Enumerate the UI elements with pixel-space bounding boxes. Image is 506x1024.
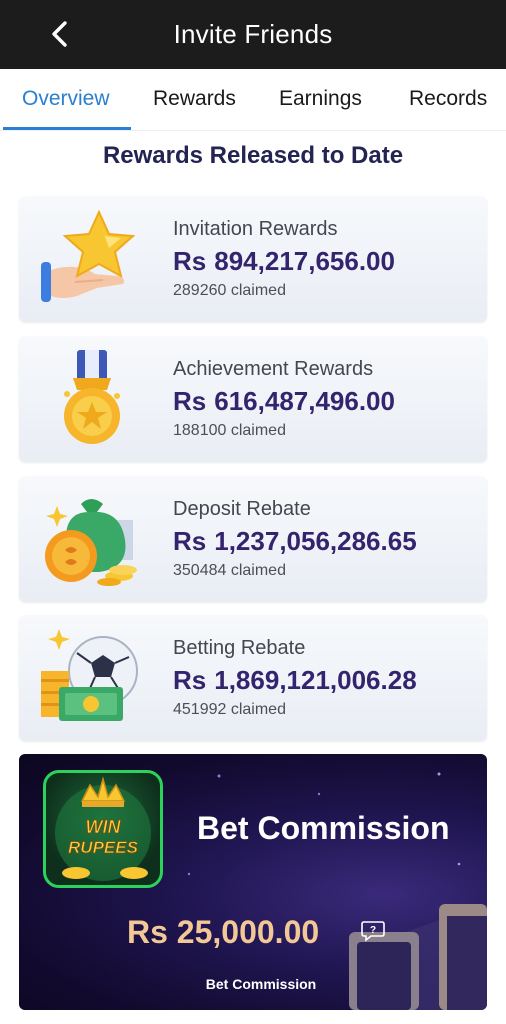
card-label: Achievement Rewards (173, 358, 374, 380)
money-bag-icon (45, 499, 137, 586)
tab-bar: Overview Rewards Earnings Records (0, 69, 506, 131)
card-claimed-count: 350484 claimed (173, 562, 286, 579)
svg-text:?: ? (370, 925, 376, 936)
section-title: Rewards Released to Date (102, 142, 404, 169)
invitation-rewards-card: Invitation Rewards Rs 894,217,656.00 2892… (19, 196, 487, 322)
crown-icon: WIN RUPEES (55, 776, 151, 881)
page-title: Invite Friends (173, 19, 333, 49)
question-bubble-icon: ? (361, 921, 385, 942)
tab-rewards[interactable]: Rewards (153, 87, 236, 111)
chevron-left-icon (52, 21, 67, 47)
help-button[interactable]: ? (361, 920, 385, 942)
divider (0, 130, 506, 131)
card-claimed-count: 289260 claimed (173, 282, 286, 299)
svg-text:RUPEES: RUPEES (68, 838, 139, 857)
card-label: Deposit Rebate (173, 498, 311, 520)
achievement-rewards-card: Achievement Rewards Rs 616,487,496.00 188… (19, 336, 487, 462)
betting-rebate-card: Betting Rebate Rs 1,869,121,006.28 451992… (19, 615, 487, 741)
medal-icon (64, 350, 120, 444)
card-claimed-count: 188100 claimed (173, 422, 286, 439)
tab-earnings[interactable]: Earnings (279, 87, 362, 111)
svg-text:WIN: WIN (86, 817, 122, 837)
tab-overview[interactable]: Overview (22, 87, 110, 111)
card-amount: Rs 1,869,121,006.28 (173, 665, 417, 695)
card-amount: Rs 1,237,056,286.65 (173, 526, 417, 556)
banner-subtitle: Bet Commission (205, 976, 317, 992)
card-claimed-count: 451992 claimed (173, 701, 286, 718)
star-hand-icon (41, 209, 136, 302)
win-rupees-logo: WIN RUPEES (43, 770, 163, 888)
card-label: Invitation Rewards (173, 218, 338, 240)
bet-commission-banner[interactable]: WIN RUPEES Bet Commission Rs 25,000.00 ?… (19, 754, 487, 1010)
football-cash-icon (41, 629, 138, 721)
deposit-rebate-card: Deposit Rebate Rs 1,237,056,286.65 350484… (19, 476, 487, 602)
banner-title: Bet Commission (197, 810, 450, 846)
card-amount: Rs 894,217,656.00 (173, 246, 395, 276)
card-amount: Rs 616,487,496.00 (173, 386, 395, 416)
top-bar: Invite Friends (0, 0, 506, 69)
banner-amount: Rs 25,000.00 (127, 914, 320, 950)
card-label: Betting Rebate (173, 637, 306, 659)
back-button[interactable] (40, 14, 80, 54)
tab-records[interactable]: Records (409, 87, 487, 111)
